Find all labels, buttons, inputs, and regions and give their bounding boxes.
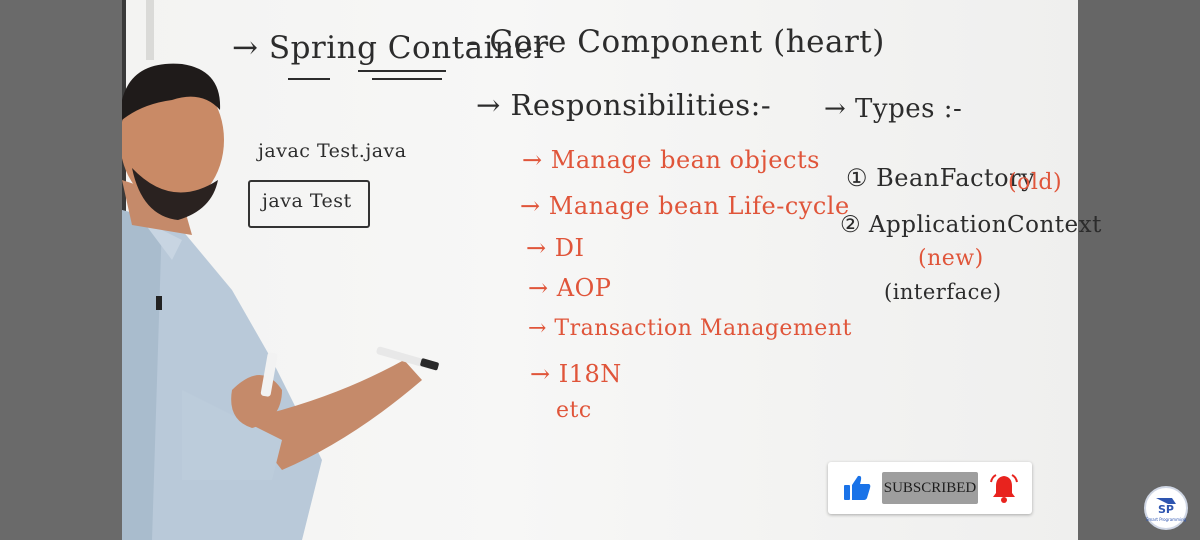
types-header: → Types :- (824, 94, 963, 124)
responsibility-item: → AOP (528, 274, 612, 302)
responsibility-item: etc (556, 398, 592, 423)
presenter-figure (122, 63, 439, 540)
svg-text:Smart Programming: Smart Programming (1146, 517, 1186, 522)
responsibility-item: → I18N (530, 360, 622, 388)
responsibility-item: → Manage bean Life-cycle (520, 192, 850, 220)
responsibility-item: → Transaction Management (528, 316, 852, 341)
type-note-old: (old) (1008, 170, 1063, 195)
left-letterbox (0, 0, 122, 540)
board-title-suffix: - Core Component (heart) (468, 24, 885, 60)
responsibility-item: → Manage bean objects (522, 146, 820, 174)
type-note-interface: (interface) (884, 280, 1002, 304)
channel-logo[interactable]: SP Smart Programming (1144, 486, 1188, 530)
responsibility-item: → DI (526, 234, 585, 262)
svg-text:SP: SP (1158, 503, 1174, 516)
type-note-new: (new) (918, 246, 984, 271)
type-item: ② ApplicationContext (840, 212, 1102, 238)
type-item: ① BeanFactory (846, 164, 1036, 192)
thumbs-up-icon[interactable] (842, 474, 872, 502)
subscribed-button[interactable]: SUBSCRIBED (882, 472, 978, 504)
responsibilities-header: → Responsibilities:- (476, 88, 772, 122)
bell-icon[interactable] (988, 472, 1020, 504)
channel-logo-icon: SP Smart Programming (1146, 490, 1187, 526)
right-letterbox (1078, 0, 1200, 540)
subscribe-card: SUBSCRIBED (828, 462, 1032, 514)
board-frame-top (146, 0, 154, 60)
